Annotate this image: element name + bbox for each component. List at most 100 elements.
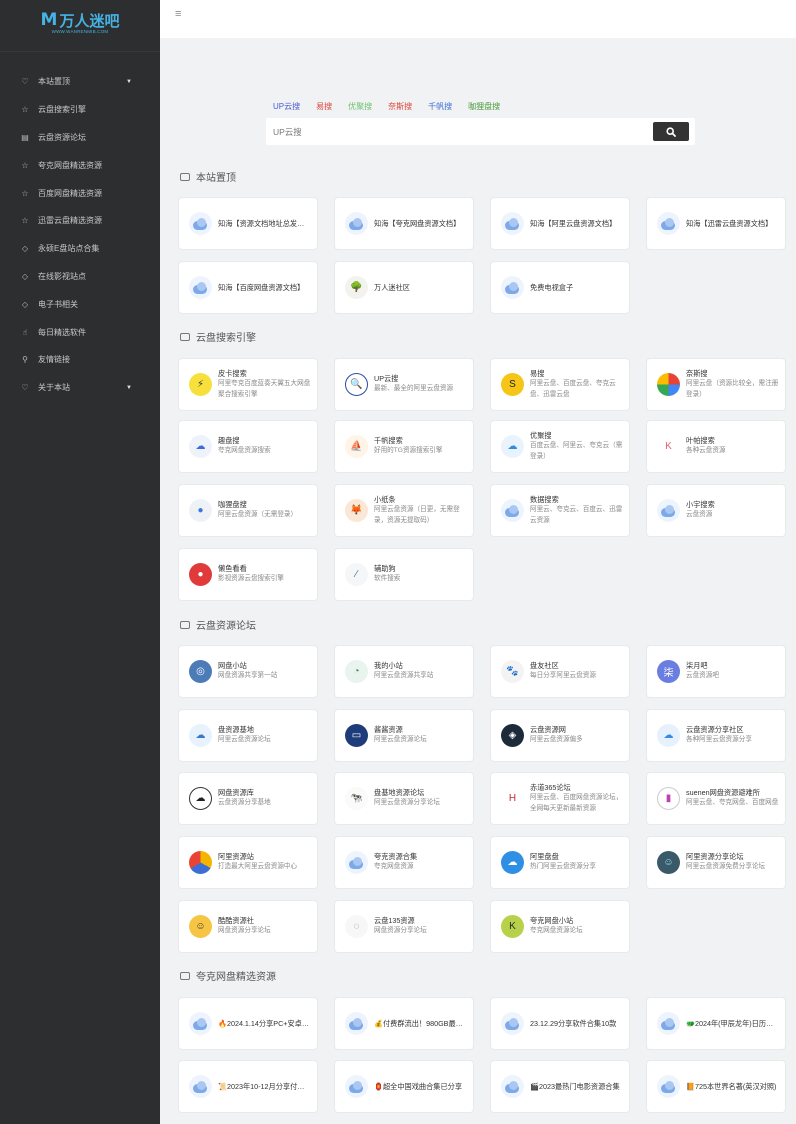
resource-card[interactable]: 知海【资源文档地址总发布】 — [179, 198, 317, 249]
search-input[interactable] — [273, 118, 643, 145]
resource-card[interactable]: 小宇搜索 云盘资源 — [647, 485, 785, 536]
boat-icon: ⛵ — [345, 435, 368, 458]
kkwp-icon: K — [501, 915, 524, 938]
card-title: 免费电视盒子 — [530, 282, 574, 292]
sidebar-item[interactable]: ◇ 永硕E盘站点合集 — [0, 235, 160, 263]
card-description: 云盘资源分享基地 — [218, 799, 271, 807]
site-logo[interactable]: M 万人迷吧 WWW.WANRENMIB.COM — [0, 0, 160, 52]
search-engine-tab[interactable]: 优聚搜 — [348, 101, 372, 112]
resource-card[interactable]: ☺ 阿里资源分享论坛 阿里云盘资源免费分享论坛 — [647, 837, 785, 888]
resource-card[interactable]: 🔍 UP云搜 最新、最全的阿里云盘资源 — [335, 359, 473, 410]
resource-card[interactable]: 知海【迅雷云盘资源文档】 — [647, 198, 785, 249]
tag-icon — [180, 172, 190, 181]
menu-toggle-icon[interactable]: ≡ — [175, 8, 181, 20]
resource-card[interactable]: ☁ 云盘资源分享社区 各种阿里云盘资源分享 — [647, 710, 785, 761]
resource-card[interactable]: 🐾 盘友社区 每日分享阿里云盘资源 — [491, 646, 629, 697]
resource-card[interactable]: ☺ 酷酷资源社 网盘资源分享论坛 — [179, 901, 317, 952]
cloud-icon — [501, 212, 524, 235]
sidebar-item[interactable]: ♡ 本站置顶 ▼ — [0, 68, 160, 96]
resource-card[interactable]: ▮ suenen网盘资源避难所 阿里云盘、夸克网盘、百度网盘 — [647, 773, 785, 824]
resource-card[interactable]: 阿里资源站 打造最大阿里云盘资源中心 — [179, 837, 317, 888]
sidebar-item[interactable]: ☆ 夸克网盘精选资源 — [0, 151, 160, 179]
resource-card[interactable]: 🐲2024年(甲辰龙年)日历合集 — [647, 998, 785, 1049]
cloud-icon — [345, 1075, 368, 1098]
resource-card[interactable]: H 赤道365论坛 阿里云盘、百度网盘资源论坛，全网每天更新最新资源 — [491, 773, 629, 824]
resource-card[interactable]: ● 咖狸盘搜 阿里云盘资源（无需登录） — [179, 485, 317, 536]
card-description: 热门阿里云盘资源分享 — [530, 863, 596, 871]
cloud-icon — [345, 1012, 368, 1035]
resource-card[interactable]: ☁ 阿里盘盘 热门阿里云盘资源分享 — [491, 837, 629, 888]
resource-card[interactable]: 23.12.29分享软件合集10款 — [491, 998, 629, 1049]
resource-card[interactable]: K 叶帕搜索 各种云盘资源 — [647, 421, 785, 472]
card-title: UP云搜 — [374, 374, 399, 384]
search-engine-tab[interactable]: UP云搜 — [273, 101, 300, 112]
sidebar-item-label: 永硕E盘站点合集 — [38, 244, 100, 254]
resource-card[interactable]: 🎬2023最热门电影资源合集 — [491, 1061, 629, 1112]
card-title: 盘资源基地 — [218, 725, 254, 735]
resource-card[interactable]: 柒柒月吧 云盘资源吧 — [647, 646, 785, 697]
resource-card[interactable]: ⚡ 皮卡搜索 阿里夸克百度蓝奏天翼五大网盘聚合搜索引擎 — [179, 359, 317, 410]
search-engine-tab[interactable]: 奈斯搜 — [388, 101, 412, 112]
resource-card[interactable]: K 夸克网盘小站 夸克网盘资源论坛 — [491, 901, 629, 952]
resource-card[interactable]: 🌳 万人迷社区 — [335, 262, 473, 313]
resource-card[interactable]: ⛵ 千帆搜索 好用的TG资源搜索引擎 — [335, 421, 473, 472]
search-engine-tab[interactable]: 易搜 — [316, 101, 332, 112]
resource-card[interactable]: ☁ 趣盘搜 夸克网盘资源搜索 — [179, 421, 317, 472]
card-description: 夸克网盘资源搜索 — [218, 447, 271, 455]
resource-card[interactable]: S 易搜 阿里云盘、百度云盘、夸克云盘、迅雷云盘 — [491, 359, 629, 410]
resource-card[interactable]: 知海【夸克网盘资源文档】 — [335, 198, 473, 249]
sidebar-item[interactable]: ⚲ 友情链接 — [0, 346, 160, 374]
resource-card[interactable]: 奈斯搜 阿里云盘（资源比较全，需注册登录） — [647, 359, 785, 410]
sidebar-item[interactable]: ▤ 云盘资源论坛 — [0, 124, 160, 152]
resource-card[interactable]: 🦊 小纸条 阿里云盘资源（日更，无需登录，资源无提取码） — [335, 485, 473, 536]
search-engine-tab[interactable]: 咖狸盘搜 — [468, 101, 500, 112]
resource-card[interactable]: ◎ 网盘小站 网盘资源共享第一站 — [179, 646, 317, 697]
card-title: 数据搜索 — [530, 495, 559, 504]
card-title: 知海【百度网盘资源文档】 — [218, 282, 305, 292]
sidebar-item[interactable]: ☆ 云盘搜索引擎 — [0, 96, 160, 124]
resource-card[interactable]: ◔ 我的小站 阿里云盘资源共享站 — [335, 646, 473, 697]
resource-card[interactable]: 夸克资源合集 夸克网盘资源 — [335, 837, 473, 888]
sidebar-item[interactable]: ♡ 关于本站 ▼ — [0, 374, 160, 402]
sidebar-item[interactable]: ◇ 电子书相关 — [0, 290, 160, 318]
section-title-text: 本站置顶 — [196, 173, 236, 184]
card-title: 辅助狗 — [374, 564, 396, 574]
resource-card[interactable]: ☁ 盘资源基地 阿里云盘资源论坛 — [179, 710, 317, 761]
sidebar-item[interactable]: ☆ 百度网盘精选资源 — [0, 179, 160, 207]
resource-card[interactable]: ● 懒鱼看看 影视资源云盘搜索引擎 — [179, 549, 317, 600]
search-button[interactable] — [653, 122, 689, 141]
resource-card[interactable]: 知海【阿里云盘资源文档】 — [491, 198, 629, 249]
sidebar-item[interactable]: ☆ 迅雷云盘精选资源 — [0, 207, 160, 235]
logo-text: 万人迷吧 — [59, 11, 120, 30]
resource-card[interactable]: 🐄 盘基地资源论坛 阿里云盘资源分享论坛 — [335, 773, 473, 824]
resource-card[interactable]: 免费电视盒子 — [491, 262, 629, 313]
card-description: 夸克网盘资源 — [374, 863, 414, 871]
search-box — [266, 118, 695, 145]
sidebar-item[interactable]: ◇ 在线影视站点 — [0, 263, 160, 291]
resource-card[interactable]: ∕ 辅助狗 软件搜索 — [335, 549, 473, 600]
resource-card[interactable]: 知海【百度网盘资源文档】 — [179, 262, 317, 313]
sidebar-item-label: 云盘资源论坛 — [38, 132, 86, 142]
resource-card[interactable]: ▭ 酱酱资源 阿里云盘资源论坛 — [335, 710, 473, 761]
card-title: 知海【阿里云盘资源文档】 — [530, 218, 617, 228]
resource-card[interactable]: ☁ 网盘资源库 云盘资源分享基地 — [179, 773, 317, 824]
sidebar-item[interactable]: ☝ 每日精选软件 — [0, 318, 160, 346]
resource-card[interactable]: ◈ 云盘资源网 阿里云盘资源偏多 — [491, 710, 629, 761]
cloud-icon — [501, 1075, 524, 1098]
section-title: 云盘搜索引擎 — [180, 329, 256, 344]
resource-card[interactable]: 📙725本世界名著(英汉对照) — [647, 1061, 785, 1112]
card-description: 阿里云盘资源免费分享论坛 — [686, 863, 766, 871]
resource-card[interactable]: 📜2023年10-12月分享付费资源 — [179, 1061, 317, 1112]
resource-card[interactable]: ◌ 云盘135资源 网盘资源分享论坛 — [335, 901, 473, 952]
resource-card[interactable]: 🏮超全中国戏曲合集已分享 — [335, 1061, 473, 1112]
card-title: 阿里资源站 — [218, 852, 254, 862]
card-description: 网盘资源共享第一站 — [218, 672, 278, 680]
resource-card[interactable]: 🔥2024.1.14分享PC+安卓软件合集 — [179, 998, 317, 1049]
resource-card[interactable]: 数据搜索 阿里云、夸克云、百度云、迅雷云资源 — [491, 485, 629, 536]
resource-card[interactable]: 💰付费群流出！980GB最新资源 — [335, 998, 473, 1049]
search-engine-tab[interactable]: 千帆搜 — [428, 101, 452, 112]
card-title: 叶帕搜索 — [686, 436, 715, 446]
pjd-icon: 🐄 — [345, 787, 368, 810]
sidebar-item-label: 在线影视站点 — [38, 271, 86, 281]
resource-card[interactable]: ☁ 优聚搜 百度云盘、阿里云、夸克云（需登录） — [491, 421, 629, 472]
